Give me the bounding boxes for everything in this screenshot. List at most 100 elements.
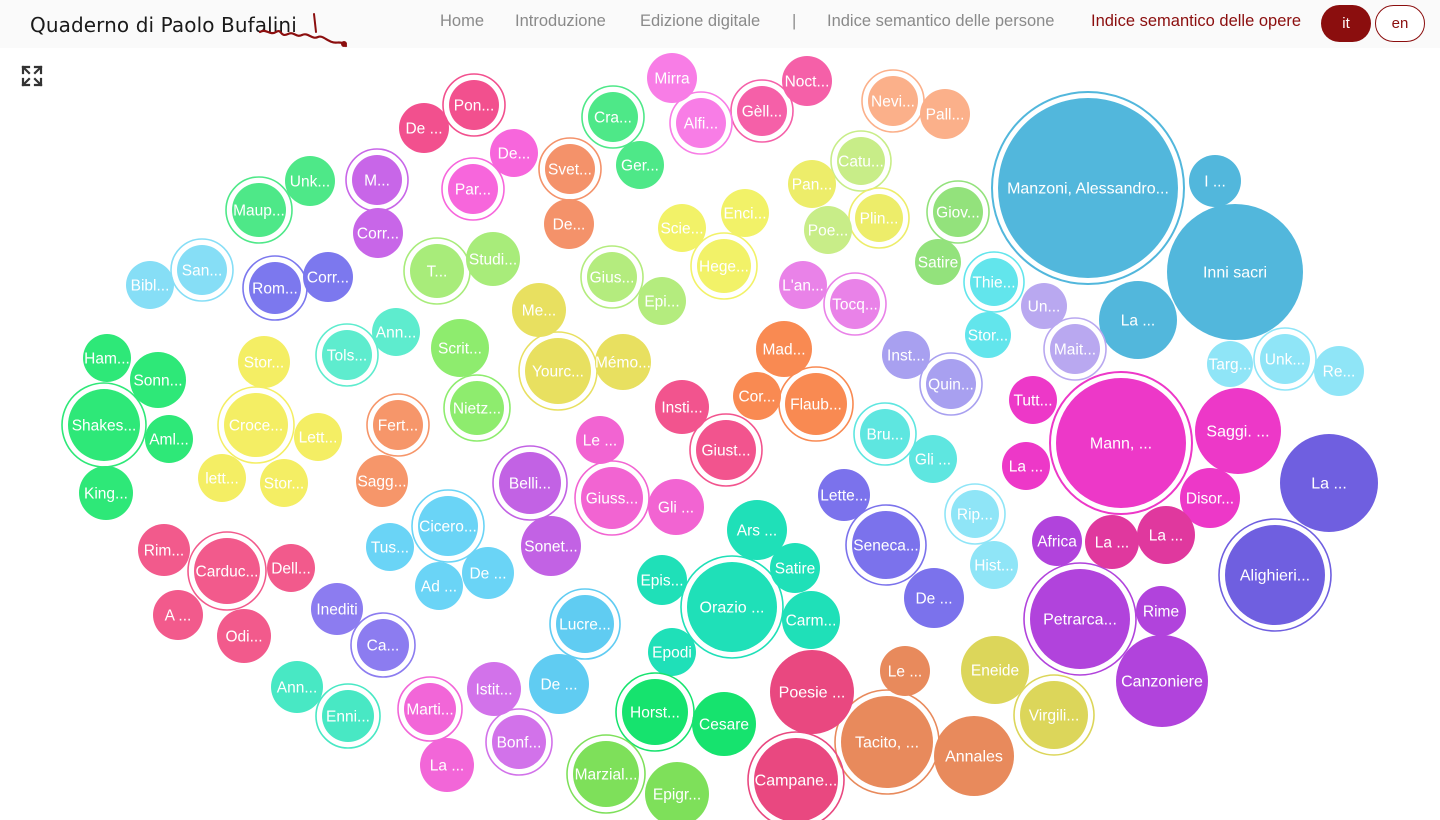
bubble-node[interactable]: Lett... [294, 413, 342, 461]
bubble-node[interactable]: Sagg... [356, 455, 408, 507]
bubble-node[interactable]: Gius... [580, 245, 644, 309]
bubble-circle[interactable] [1136, 586, 1186, 636]
bubble-circle[interactable] [920, 89, 970, 139]
bubble-node[interactable]: Ger... [616, 141, 664, 189]
bubble-node[interactable]: Dell... [267, 544, 315, 592]
bubble-node[interactable]: Petrarca... [1023, 562, 1137, 676]
bubble-circle[interactable] [860, 409, 910, 459]
bubble-node[interactable]: Rom... [242, 255, 308, 321]
bubble-node[interactable]: Ann... [372, 308, 420, 356]
bubble-node[interactable]: Rime [1136, 586, 1186, 636]
bubble-circle[interactable] [153, 590, 203, 640]
bubble-circle[interactable] [782, 591, 840, 649]
bubble-circle[interactable] [733, 372, 781, 420]
bubble-circle[interactable] [420, 738, 474, 792]
bubble-circle[interactable] [544, 199, 594, 249]
bubble-circle[interactable] [372, 308, 420, 356]
bubble-node[interactable]: Unk... [1253, 327, 1317, 391]
bubble-node[interactable]: Pall... [920, 89, 970, 139]
bubble-circle[interactable] [648, 628, 696, 676]
bubble-node[interactable]: Epigr... [645, 762, 709, 820]
bubble-node[interactable]: Manzoni, Alessandro... [991, 91, 1185, 285]
bubble-circle[interactable] [415, 562, 463, 610]
bubble-node[interactable]: Studi... [466, 232, 520, 286]
bubble-node[interactable]: Rip... [944, 483, 1006, 545]
bubble-node[interactable]: Ca... [350, 612, 416, 678]
bubble-circle[interactable] [267, 544, 315, 592]
bubble-node[interactable]: L'an... [779, 261, 827, 309]
bubble-node[interactable]: Hege... [690, 232, 758, 300]
bubble-circle[interactable] [410, 244, 464, 298]
bubble-node[interactable]: Sonet... [521, 516, 581, 576]
bubble-node[interactable]: Quin... [919, 352, 983, 416]
bubble-circle[interactable] [525, 338, 591, 404]
bubble-circle[interactable] [556, 595, 614, 653]
bubble-circle[interactable] [970, 541, 1018, 589]
bubble-circle[interactable] [1195, 388, 1281, 474]
bubble-circle[interactable] [373, 400, 423, 450]
bubble-circle[interactable] [466, 232, 520, 286]
bubble-node[interactable]: Bru... [853, 402, 917, 466]
bubble-circle[interactable] [198, 454, 246, 502]
bubble-circle[interactable] [238, 336, 290, 388]
bubble-node[interactable]: Gli ... [648, 479, 704, 535]
bubble-circle[interactable] [595, 334, 651, 390]
bubble-node[interactable]: Poe... [804, 206, 852, 254]
bubble-circle[interactable] [467, 662, 521, 716]
bubble-node[interactable]: De ... [529, 654, 589, 714]
bubble-circle[interactable] [648, 479, 704, 535]
bubble-node[interactable]: Insti... [655, 380, 709, 434]
bubble-circle[interactable] [492, 715, 546, 769]
bubble-circle[interactable] [587, 252, 637, 302]
bubble-circle[interactable] [697, 239, 751, 293]
bubble-circle[interactable] [356, 455, 408, 507]
bubble-node[interactable]: I ... [1189, 155, 1241, 207]
bubble-circle[interactable] [322, 690, 374, 742]
bubble-node[interactable]: Un... [1021, 283, 1067, 329]
bubble-node[interactable]: Catu... [830, 130, 892, 192]
bubble-node[interactable]: San... [170, 238, 234, 302]
bubble-circle[interactable] [970, 258, 1018, 306]
bubble-circle[interactable] [1056, 378, 1186, 508]
bubble-node[interactable]: La ... [1099, 281, 1177, 359]
bubble-circle[interactable] [399, 103, 449, 153]
bubble-circle[interactable] [926, 359, 976, 409]
bubble-circle[interactable] [658, 204, 706, 252]
bubble-node[interactable]: Thie... [963, 251, 1025, 313]
bubble-circle[interactable] [431, 319, 489, 377]
bubble-node[interactable]: Poesie ... [770, 650, 854, 734]
bubble-circle[interactable] [622, 679, 688, 745]
bubble-circle[interactable] [1225, 525, 1325, 625]
bubble-circle[interactable] [573, 741, 639, 807]
bubble-node[interactable]: Plin... [848, 187, 910, 249]
bubble-circle[interactable] [1099, 281, 1177, 359]
bubble-node[interactable]: Inst... [882, 331, 930, 379]
bubble-node[interactable]: La ... [420, 738, 474, 792]
bubble-circle[interactable] [770, 543, 820, 593]
nav-edizione-digitale[interactable]: Edizione digitale [640, 12, 760, 31]
bubble-circle[interactable] [322, 330, 372, 380]
bubble-node[interactable]: Mait... [1043, 317, 1107, 381]
bubble-node[interactable]: Tocq... [823, 272, 887, 336]
bubble-node[interactable]: T... [403, 237, 471, 305]
bubble-node[interactable]: Pan... [788, 160, 836, 208]
bubble-circle[interactable] [880, 646, 930, 696]
bubble-circle[interactable] [194, 538, 260, 604]
bubble-node[interactable]: Lette... [818, 469, 870, 521]
bubble-node[interactable]: Giuss... [574, 460, 650, 536]
bubble-circle[interactable] [353, 208, 403, 258]
bubble-node[interactable]: Hist... [970, 541, 1018, 589]
bubble-node[interactable]: La ... [1002, 442, 1050, 490]
bubble-node[interactable]: Mémo... [595, 334, 651, 390]
bubble-node[interactable]: Saggi. ... [1195, 388, 1281, 474]
bubble-node[interactable]: Stor... [260, 459, 308, 507]
bubble-node[interactable]: Svet... [538, 137, 602, 201]
bubble-node[interactable]: Cicero... [411, 489, 485, 563]
bubble-circle[interactable] [588, 92, 638, 142]
bubble-circle[interactable] [581, 467, 643, 529]
bubble-node[interactable]: Ham... [83, 334, 131, 382]
bubble-node[interactable]: Scie... [658, 204, 706, 252]
bubble-node[interactable]: Istit... [467, 662, 521, 716]
bubble-node[interactable]: La ... [1137, 506, 1195, 564]
bubble-node[interactable]: Alighieri... [1218, 518, 1332, 632]
